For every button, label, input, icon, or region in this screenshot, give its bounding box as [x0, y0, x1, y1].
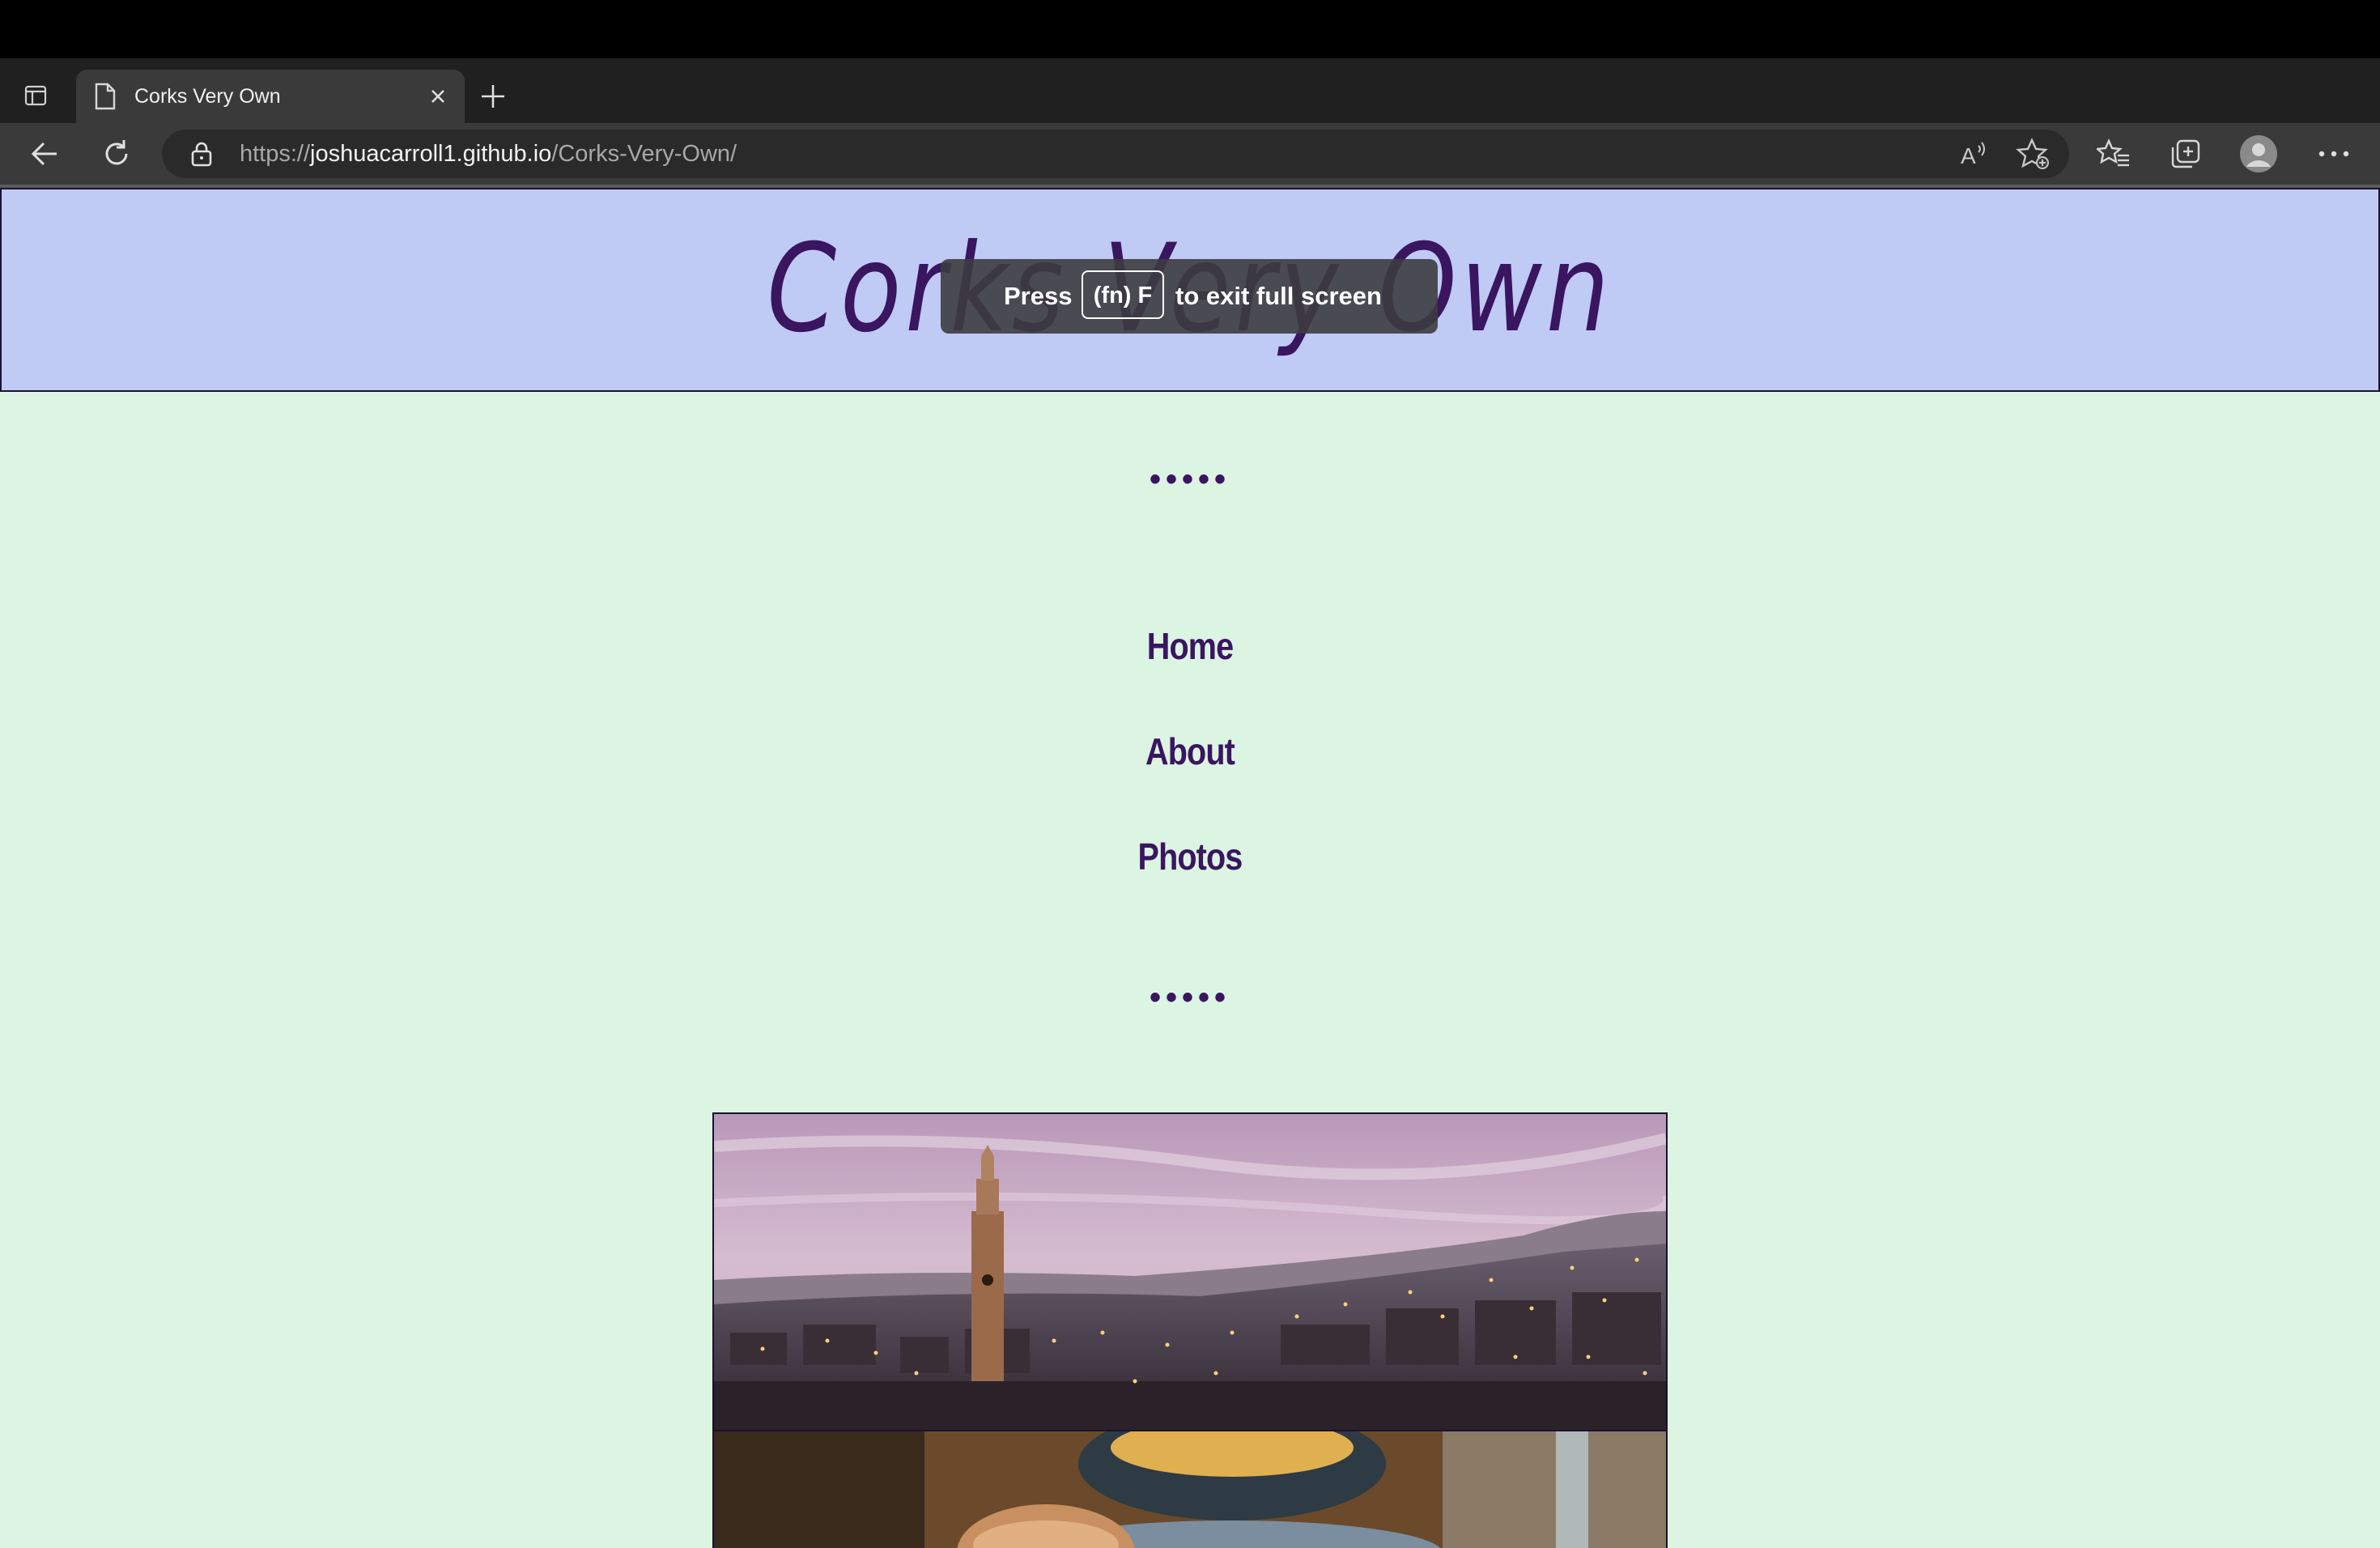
close-icon[interactable]	[426, 84, 450, 108]
nav-link-about[interactable]: About	[167, 729, 2213, 774]
nav-link-home[interactable]: Home	[167, 623, 2213, 669]
page-icon	[94, 83, 117, 110]
screen-top-bar	[0, 0, 2380, 58]
divider-dots-bottom: •••••	[1149, 980, 1231, 1015]
new-tab-plus-icon[interactable]	[479, 83, 507, 110]
toast-press-text: Press	[1004, 282, 1073, 310]
nav-link-photos[interactable]: Photos	[167, 834, 2213, 879]
url-path: /Corks-Very-Own/	[551, 141, 737, 167]
tab-title: Corks Very Own	[134, 85, 281, 108]
back-arrow-icon[interactable]	[29, 138, 62, 170]
toast-key-badge: (fn) F	[1082, 270, 1164, 319]
url-host: joshuacarroll1.github.io	[310, 141, 552, 167]
star-add-icon[interactable]	[2016, 138, 2050, 170]
fullscreen-exit-toast: Press (fn) F to exit full screen	[941, 259, 1438, 334]
reload-icon[interactable]	[100, 138, 133, 170]
toast-key-label: (fn) F	[1093, 283, 1153, 308]
sidebar-toggle-icon[interactable]	[24, 84, 47, 107]
web-page: Corks Very Own Press (fn) F to exit full…	[0, 188, 2380, 1548]
collections-icon[interactable]	[2170, 138, 2204, 170]
browser-tab[interactable]: Corks Very Own	[76, 70, 465, 123]
divider-dots-top: •••••	[1149, 461, 1231, 497]
url-scheme: https://	[240, 141, 311, 167]
favorites-icon[interactable]	[2095, 138, 2131, 170]
svg-text:A: A	[1961, 143, 1976, 168]
cork-city-photo	[712, 1112, 1668, 1431]
profile-avatar-icon[interactable]	[2239, 134, 2278, 173]
toast-rest-text: to exit full screen	[1175, 282, 1382, 310]
read-aloud-icon[interactable]: A	[1957, 138, 1990, 170]
more-dots-icon[interactable]	[2315, 142, 2352, 165]
url-text: https://joshuacarroll1.github.io/Corks-V…	[240, 139, 737, 168]
address-bar[interactable]: https://joshuacarroll1.github.io/Corks-V…	[162, 130, 2069, 178]
lock-icon[interactable]	[189, 141, 214, 167]
food-photo	[712, 1430, 1668, 1548]
